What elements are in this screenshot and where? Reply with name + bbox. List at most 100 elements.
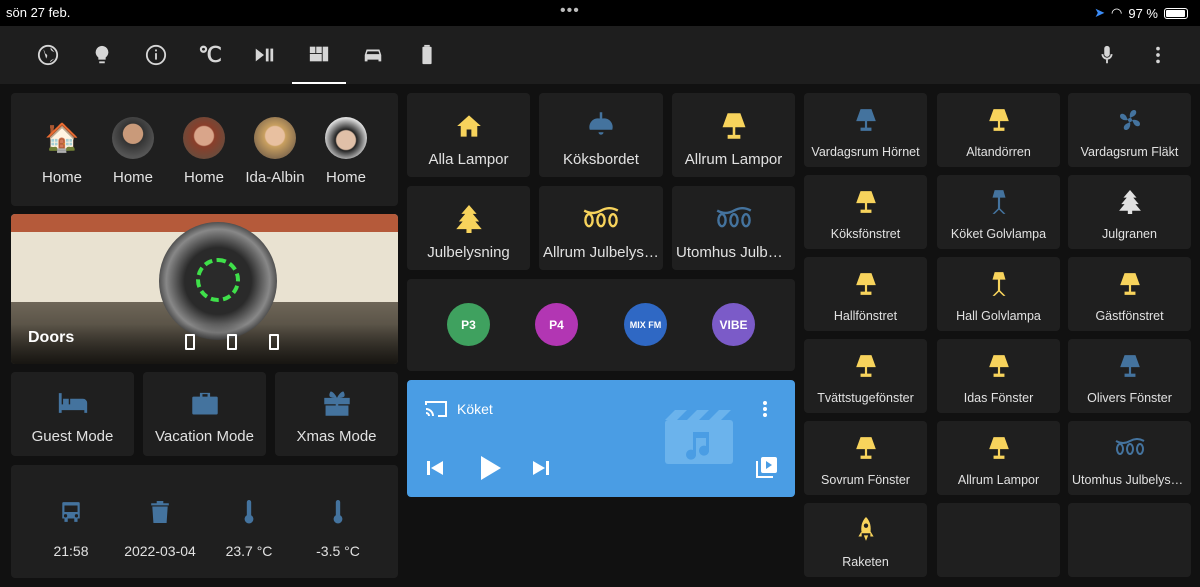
light-label: Utomhus Julbelysning <box>676 244 795 261</box>
guest-mode-button[interactable]: Guest Mode <box>11 372 134 456</box>
light-tile[interactable]: Köksfönstret <box>804 175 927 249</box>
lamp-icon <box>937 353 1060 379</box>
person-entity[interactable]: Home <box>316 117 376 186</box>
gift-icon <box>275 390 398 416</box>
light-tile[interactable]: Olivers Fönster <box>1068 339 1191 413</box>
radio-card: P3 P4 MIX FM VIBE <box>407 279 795 371</box>
lamp-icon <box>672 113 795 139</box>
play-icon[interactable] <box>477 454 503 487</box>
skip-previous-icon[interactable] <box>425 458 445 483</box>
door-icon[interactable] <box>269 334 279 350</box>
light-tile[interactable]: Altandörren <box>937 93 1060 167</box>
light-tile[interactable]: Hallfönstret <box>804 257 927 331</box>
avatar <box>325 117 367 159</box>
avatar <box>183 117 225 159</box>
floor-lamp-icon <box>937 271 1060 297</box>
light-tile[interactable]: Vardagsrum Hörnet <box>804 93 927 167</box>
string-lights-icon <box>672 206 795 232</box>
light-julbelysning[interactable]: Julbelysning <box>407 186 530 270</box>
lamp-icon <box>804 107 927 133</box>
light-label: Gästfönstret <box>1095 309 1164 323</box>
sensor-value: -3.5 °C <box>316 543 360 559</box>
play-pause-icon[interactable] <box>237 26 291 84</box>
light-label: Altandörren <box>966 145 1031 159</box>
light-label: Idas Fönster <box>963 391 1034 405</box>
multitask-dots[interactable]: ••• <box>560 2 580 20</box>
rocket-icon <box>804 517 927 543</box>
playlist-icon[interactable] <box>756 456 778 483</box>
light-label: Tvättstugefönster <box>817 391 914 405</box>
light-allrum-julbelysning[interactable]: Allrum Julbelysning <box>539 186 663 270</box>
bed-icon <box>11 390 134 416</box>
light-allrum-lampor[interactable]: Allrum Lampor <box>672 93 795 177</box>
globe-icon[interactable] <box>21 26 75 84</box>
radio-p3-logo[interactable]: P3 <box>447 303 490 346</box>
person-entity[interactable]: 🏠 Home <box>32 117 92 186</box>
light-tile[interactable]: Julgranen <box>1068 175 1191 249</box>
more-vert-icon[interactable] <box>1131 26 1185 84</box>
sensor-next-bus[interactable]: 21:58 <box>26 499 116 559</box>
camera-card[interactable]: Doors <box>11 214 398 364</box>
light-tile[interactable]: Tvättstugefönster <box>804 339 927 413</box>
media-player-card[interactable]: Köket <box>407 380 795 497</box>
tree-icon <box>1068 189 1191 215</box>
light-tile[interactable]: Köket Golvlampa <box>937 175 1060 249</box>
vacation-mode-button[interactable]: Vacation Mode <box>143 372 266 456</box>
radio-p4-logo[interactable]: P4 <box>535 303 578 346</box>
mode-label: Xmas Mode <box>296 428 377 445</box>
light-label: Olivers Fönster <box>1087 391 1172 405</box>
sensor-outdoor-temp[interactable]: -3.5 °C <box>293 499 383 559</box>
light-tile[interactable]: Sovrum Fönster <box>804 421 927 495</box>
light-koksbordet[interactable]: Köksbordet <box>539 93 663 177</box>
bulb-icon[interactable] <box>75 26 129 84</box>
thermometer-icon <box>204 499 294 525</box>
media-artwork-icon <box>665 410 733 469</box>
light-tile[interactable]: Gästfönstret <box>1068 257 1191 331</box>
light-tile[interactable]: Idas Fönster <box>937 339 1060 413</box>
skip-next-icon[interactable] <box>531 458 551 483</box>
lamp-icon <box>1068 271 1191 297</box>
light-label: Hallfönstret <box>833 309 898 323</box>
light-label: Köket Golvlampa <box>950 227 1047 241</box>
sensor-indoor-temp[interactable]: 23.7 °C <box>204 499 294 559</box>
car-icon[interactable] <box>346 26 400 84</box>
light-label: Köksbordet <box>563 151 639 168</box>
light-tile[interactable]: Hall Golvlampa <box>937 257 1060 331</box>
sensor-garbage[interactable]: 2022-03-04 <box>115 499 205 559</box>
empty-tile <box>1068 503 1191 577</box>
info-icon[interactable] <box>129 26 183 84</box>
sensor-value: 21:58 <box>53 543 89 559</box>
light-alla-lampor[interactable]: Alla Lampor <box>407 93 530 177</box>
bus-icon <box>26 499 116 525</box>
person-entity[interactable]: Home <box>103 117 163 186</box>
mode-label: Guest Mode <box>31 428 114 445</box>
ceiling-lamp-icon <box>539 112 663 139</box>
light-tile[interactable]: Vardagsrum Fläkt <box>1068 93 1191 167</box>
radio-mixfm-logo[interactable]: MIX FM <box>624 303 667 346</box>
sensors-card: 21:58 2022-03-04 23.7 °C -3.5 °C <box>11 465 398 578</box>
lamp-icon <box>937 435 1060 461</box>
light-label: Vardagsrum Hörnet <box>811 145 920 159</box>
person-entity[interactable]: Ida-Albin <box>245 117 305 186</box>
light-utomhus-julbelysning[interactable]: Utomhus Julbelysning <box>672 186 795 270</box>
more-vert-icon[interactable] <box>757 399 773 424</box>
person-state: Home <box>325 169 366 186</box>
light-tile[interactable]: Raketen <box>804 503 927 577</box>
person-state: Home <box>41 169 82 186</box>
door-icon[interactable] <box>185 334 195 350</box>
battery-icon[interactable] <box>400 26 454 84</box>
person-entity[interactable]: Home <box>174 117 234 186</box>
radio-vibe-logo[interactable]: VIBE <box>712 303 755 346</box>
door-icon[interactable] <box>227 334 237 350</box>
battery-percent: 97 % <box>1128 5 1158 21</box>
light-label: Julbelysning <box>427 244 510 261</box>
xmas-mode-button[interactable]: Xmas Mode <box>275 372 398 456</box>
light-tile[interactable]: Allrum Lampor <box>937 421 1060 495</box>
mode-label: Vacation Mode <box>155 428 254 445</box>
microphone-icon[interactable] <box>1080 26 1134 84</box>
dashboard-icon[interactable] <box>292 26 346 84</box>
house-icon: 🏠 <box>44 122 80 153</box>
celsius-icon[interactable]: ℃ <box>183 26 237 84</box>
person-state: Ida-Albin <box>245 169 305 186</box>
light-tile[interactable]: Utomhus Julbelysning <box>1068 421 1191 495</box>
